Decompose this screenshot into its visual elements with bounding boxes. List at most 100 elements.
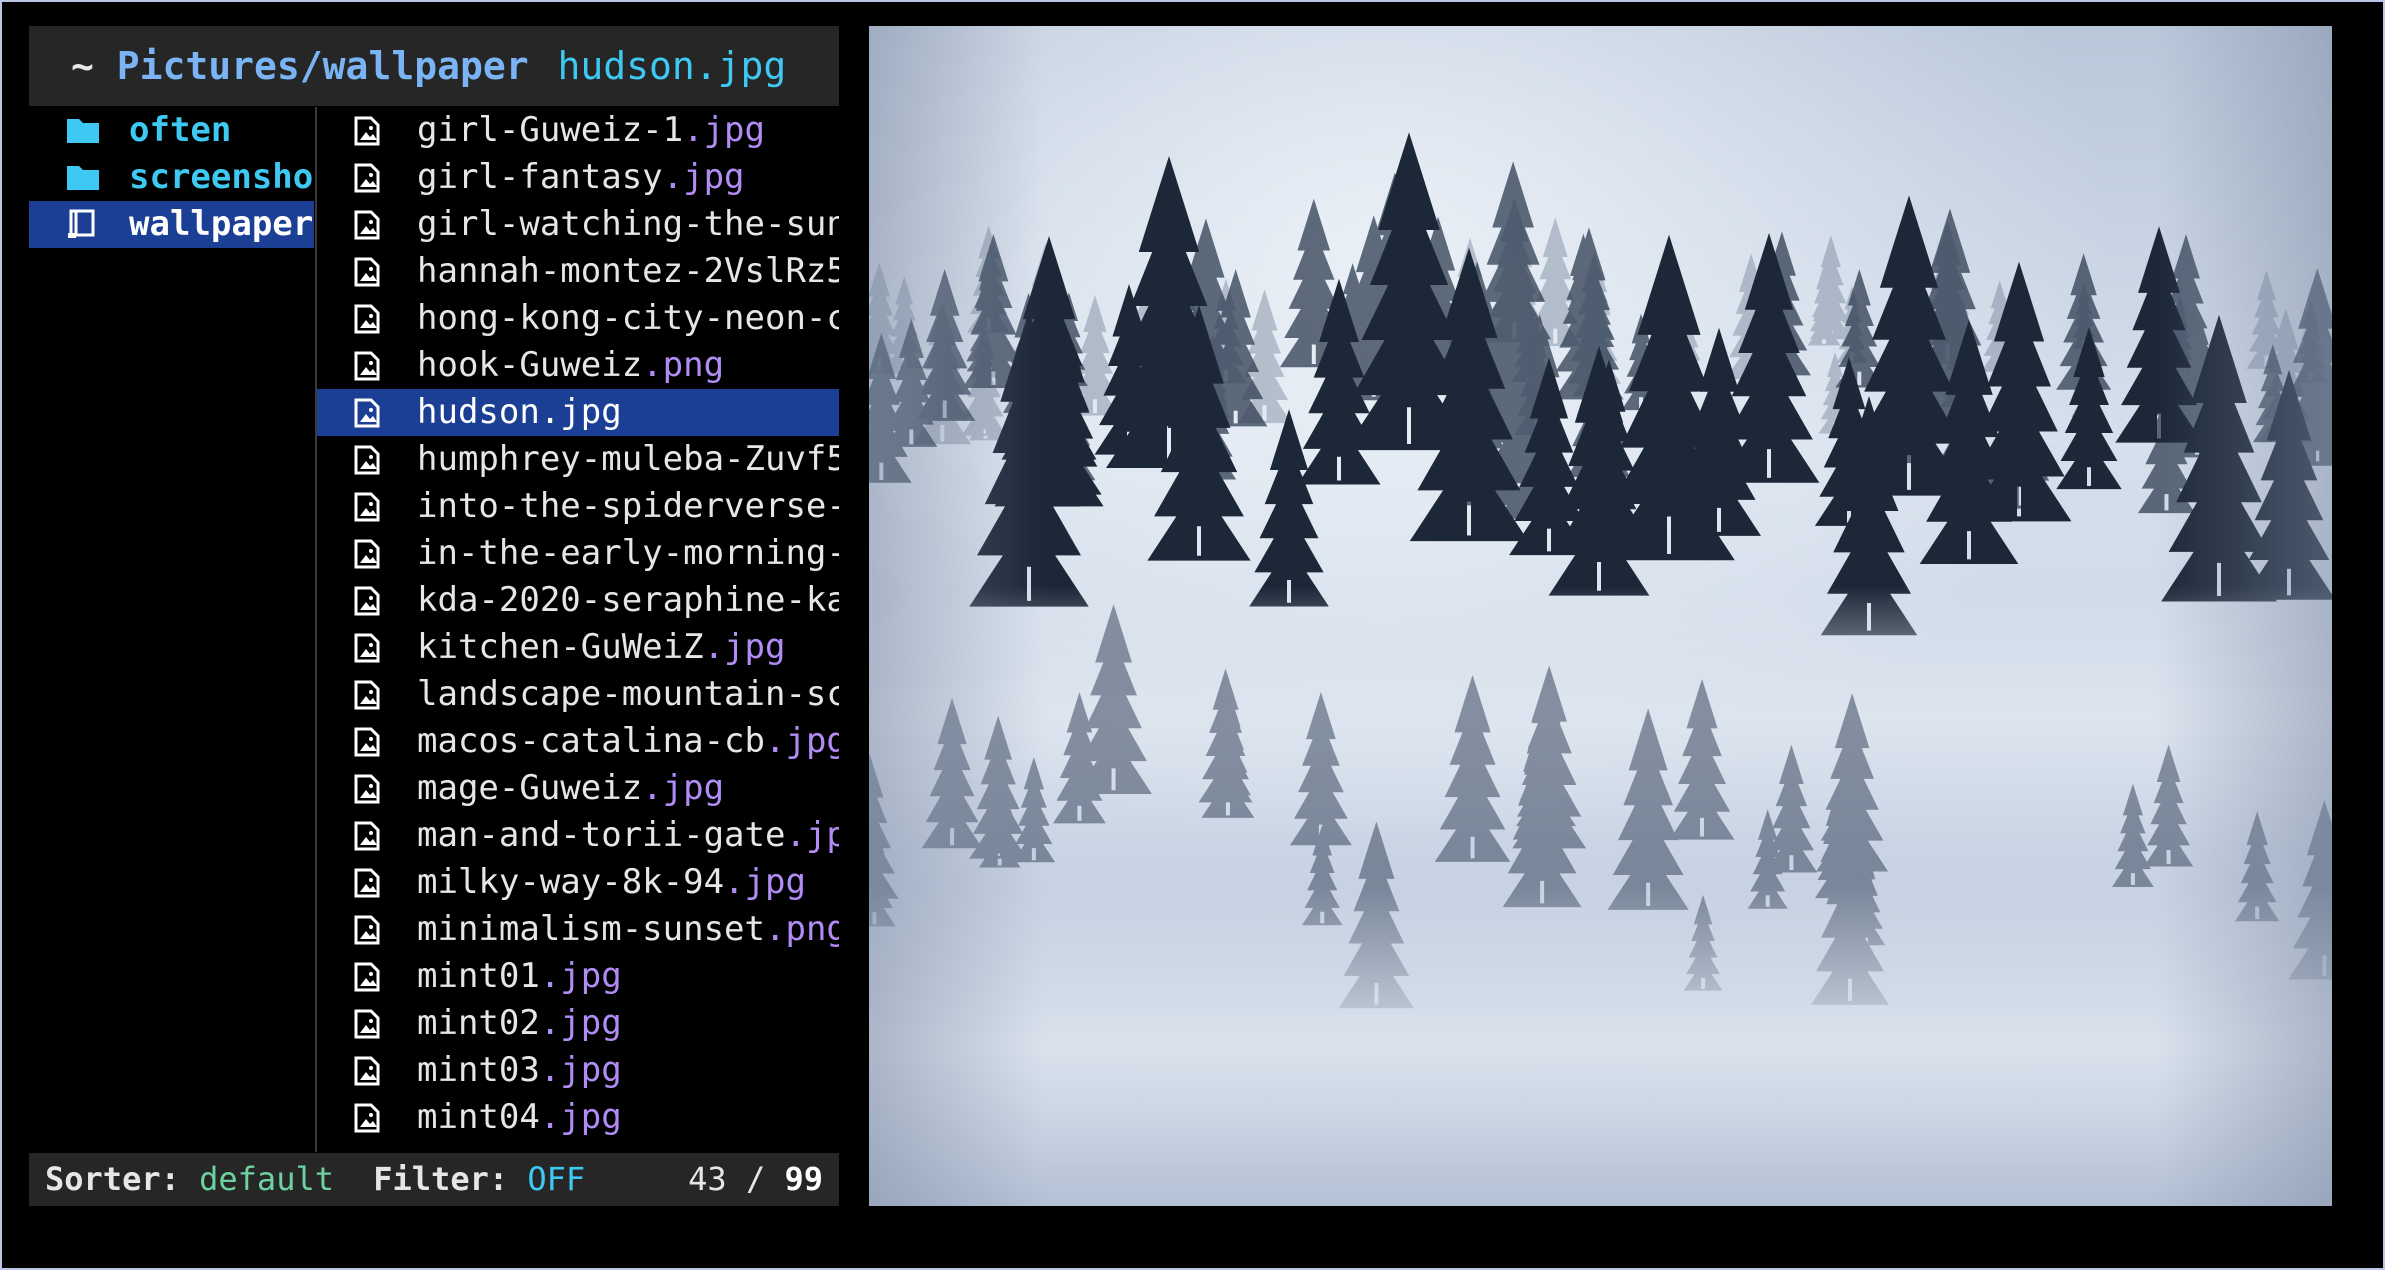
file-item[interactable]: girl-watching-the-suns: [317, 201, 839, 248]
folder-icon: [67, 119, 99, 143]
file-item[interactable]: girl-fantasy.jpg: [317, 154, 839, 201]
image-file-icon: [354, 680, 380, 710]
sorter-label: Sorter:: [45, 1160, 180, 1198]
file-basename: mage-Guweiz: [417, 768, 643, 808]
image-preview: [869, 26, 2332, 1206]
file-basename: into-the-spiderverse-s: [417, 486, 839, 526]
file-basename: girl-watching-the-suns: [417, 204, 839, 244]
file-item[interactable]: mint02.jpg: [317, 1000, 839, 1047]
file-extension: .jpg: [765, 721, 839, 761]
file-basename: landscape-mountain-sce: [417, 674, 839, 714]
file-name: macos-catalina-cb.jpg: [417, 718, 839, 765]
image-file-icon: [354, 1009, 380, 1039]
terminal-window: ~ Pictures/wallpaper hudson.jpg often scr…: [0, 0, 2385, 1270]
file-item[interactable]: hannah-montez-2VslRz5G: [317, 248, 839, 295]
file-item[interactable]: mint03.jpg: [317, 1047, 839, 1094]
file-item[interactable]: hudson.jpg: [317, 389, 839, 436]
image-file-icon: [354, 774, 380, 804]
file-name: humphrey-muleba-Zuvf5m: [417, 436, 839, 483]
file-extension: .jpg: [724, 862, 806, 902]
image-file-icon: [354, 633, 380, 663]
file-name: mint02.jpg: [417, 1000, 622, 1047]
file-name: hannah-montez-2VslRz5G: [417, 248, 839, 295]
current-file: hudson.jpg: [557, 44, 787, 88]
file-extension: .jpg: [539, 392, 622, 432]
file-name: girl-fantasy.jpg: [417, 154, 745, 201]
current-path: Pictures/wallpaper: [116, 44, 529, 88]
file-extension: .jpg: [703, 627, 786, 667]
dir-item-screenshot[interactable]: screenshot: [29, 154, 314, 201]
file-item[interactable]: minimalism-sunset.png: [317, 906, 839, 953]
file-basename: humphrey-muleba-Zuvf5m: [417, 439, 839, 479]
image-file-icon: [354, 1103, 380, 1133]
filter-label: Filter:: [373, 1160, 509, 1198]
file-item[interactable]: man-and-torii-gate.jpg: [317, 812, 839, 859]
image-file-icon: [354, 163, 380, 193]
path-header: ~ Pictures/wallpaper hudson.jpg: [29, 26, 839, 106]
file-basename: kda-2020-seraphine-kai: [417, 580, 839, 620]
file-name: hudson.jpg: [417, 389, 622, 436]
file-item[interactable]: mint01.jpg: [317, 953, 839, 1000]
file-basename: mint01: [417, 956, 540, 996]
file-extension: .jpg: [539, 1050, 622, 1090]
file-basename: hong-kong-city-neon-ci: [417, 298, 839, 338]
file-basename: macos-catalina-cb: [417, 721, 765, 761]
file-name: in-the-early-morning-o: [417, 530, 839, 577]
file-item[interactable]: macos-catalina-cb.jpg: [317, 718, 839, 765]
file-basename: hook-Guweiz: [417, 345, 643, 385]
file-basename: girl-Guweiz-1: [417, 110, 684, 150]
file-basename: kitchen-GuWeiZ: [417, 627, 704, 667]
image-file-icon: [354, 116, 380, 146]
file-extension: .jpg: [683, 110, 765, 150]
image-file-icon: [354, 586, 380, 616]
file-extension: .jpg: [539, 1097, 622, 1137]
file-item[interactable]: kitchen-GuWeiZ.jpg: [317, 624, 839, 671]
image-file-icon: [354, 821, 380, 851]
file-basename: mint02: [417, 1003, 540, 1043]
file-item[interactable]: landscape-mountain-sce: [317, 671, 839, 718]
image-file-icon: [354, 492, 380, 522]
image-file-icon: [354, 868, 380, 898]
sorter-value: default: [199, 1160, 334, 1198]
file-basename: milky-way-8k-94: [417, 862, 725, 902]
image-file-icon: [354, 257, 380, 287]
file-name: girl-watching-the-suns: [417, 201, 839, 248]
dir-item-label: often: [129, 110, 232, 150]
dir-item-label: screenshot: [129, 157, 314, 197]
file-extension: .jpg: [539, 1003, 622, 1043]
dir-item-wallpaper[interactable]: wallpaper: [29, 201, 314, 248]
file-item[interactable]: mint04.jpg: [317, 1094, 839, 1141]
file-item[interactable]: kda-2020-seraphine-kai: [317, 577, 839, 624]
book-icon: [68, 209, 95, 238]
file-item[interactable]: in-the-early-morning-o: [317, 530, 839, 577]
file-item[interactable]: girl-Guweiz-1.jpg: [317, 107, 839, 154]
file-name: hong-kong-city-neon-ci: [417, 295, 839, 342]
file-position-counter: 43 / 99: [688, 1153, 823, 1206]
parent-directory-column: often screenshot wallpaper: [29, 107, 314, 1152]
file-manager-panel: ~ Pictures/wallpaper hudson.jpg often scr…: [29, 26, 839, 1206]
file-basename: hudson: [417, 392, 540, 432]
file-name: girl-Guweiz-1.jpg: [417, 107, 765, 154]
file-basename: man-and-torii-gate: [417, 815, 786, 855]
file-list-column: girl-Guweiz-1.jpg girl-fantasy.jpg girl-wa…: [317, 107, 839, 1152]
image-file-icon: [354, 539, 380, 569]
file-item[interactable]: mage-Guweiz.jpg: [317, 765, 839, 812]
file-basename: hannah-montez-2VslRz5G: [417, 251, 839, 291]
file-item[interactable]: milky-way-8k-94.jpg: [317, 859, 839, 906]
dir-item-often[interactable]: often: [29, 107, 314, 154]
file-name: kda-2020-seraphine-kai: [417, 577, 839, 624]
file-name: milky-way-8k-94.jpg: [417, 859, 806, 906]
file-item[interactable]: humphrey-muleba-Zuvf5m: [317, 436, 839, 483]
image-file-icon: [354, 351, 380, 381]
file-name: kitchen-GuWeiZ.jpg: [417, 624, 785, 671]
file-extension: .jpg: [662, 157, 745, 197]
file-item[interactable]: hook-Guweiz.png: [317, 342, 839, 389]
file-item[interactable]: hong-kong-city-neon-ci: [317, 295, 839, 342]
file-name: hook-Guweiz.png: [417, 342, 724, 389]
image-file-icon: [354, 915, 380, 945]
file-item[interactable]: into-the-spiderverse-s: [317, 483, 839, 530]
file-extension: .png: [642, 345, 725, 385]
file-name: mint04.jpg: [417, 1094, 622, 1141]
image-file-icon: [354, 1056, 380, 1086]
home-tilde: ~: [71, 44, 94, 88]
